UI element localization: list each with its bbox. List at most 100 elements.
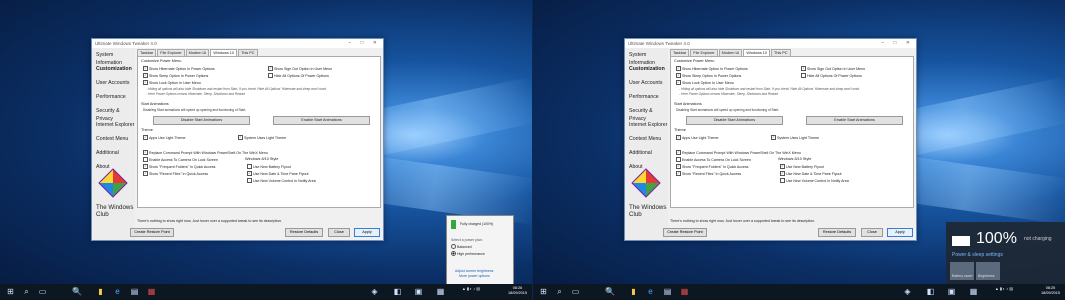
enable-animations-button[interactable]: Enable Start Animations [273, 116, 370, 125]
windows-start-icon[interactable]: ⊞ [539, 287, 548, 296]
lock-checkbox[interactable]: Show Lock Option In User Menu [676, 80, 734, 85]
search-icon[interactable]: 🔍 [605, 287, 615, 296]
sidebar-item-customization[interactable]: Customization [92, 62, 135, 76]
search-icon[interactable]: ⌕ [22, 287, 31, 296]
battery-flyout-checkbox[interactable]: Use New Battery Flyout [247, 164, 291, 169]
create-restore-point-button[interactable]: Create Restore Point [130, 228, 174, 237]
camera-lock-checkbox[interactable]: Enable Access To Camera On Lock Screen [676, 157, 751, 162]
checkbox-box[interactable] [780, 171, 785, 176]
disable-animations-button[interactable]: Disable Start Animations [153, 116, 250, 125]
battery-flyout-checkbox[interactable]: Use New Battery Flyout [780, 164, 824, 169]
sign-out-checkbox[interactable]: Show Sign Out Option In User Menu [801, 66, 865, 71]
powershell-checkbox[interactable]: Replace Command Prompt With Windows Powe… [143, 150, 268, 155]
brightness-tile[interactable]: Brightness [976, 262, 1000, 280]
radio-icon[interactable] [451, 251, 456, 256]
more-power-options-link[interactable]: More power options [459, 274, 490, 278]
hibernate-checkbox[interactable]: Show Hibernate Option In Power Options [676, 66, 748, 71]
checkbox-box[interactable] [780, 164, 785, 169]
sidebar-item-internet-explorer[interactable]: Internet Explorer [625, 118, 668, 132]
checkbox-box[interactable] [143, 66, 148, 71]
store-icon[interactable]: ▤ [663, 287, 672, 296]
apps-light-theme-checkbox[interactable]: Apps Use Light Theme [676, 135, 719, 140]
sidebar-item-user-accounts[interactable]: User Accounts [92, 76, 135, 90]
recent-files-checkbox[interactable]: Show "Recent Files" In Quick Access [143, 171, 208, 176]
search-icon[interactable]: ⌕ [555, 287, 564, 296]
app-icon[interactable]: ▦ [436, 287, 445, 296]
sidebar-item-performance[interactable]: Performance [92, 90, 135, 104]
task-view-icon[interactable]: ▭ [571, 287, 580, 296]
radio-icon[interactable] [451, 244, 456, 249]
checkbox-box[interactable] [676, 135, 681, 140]
battery-saver-tile[interactable]: Battery saver [950, 262, 974, 280]
checkbox-box[interactable] [143, 135, 148, 140]
file-explorer-icon[interactable]: ▮ [96, 287, 105, 296]
checkbox-box[interactable] [143, 171, 148, 176]
edge-icon[interactable]: e [113, 287, 122, 296]
sleep-checkbox[interactable]: Show Sleep Option In Power Options [676, 73, 741, 78]
lock-checkbox[interactable]: Show Lock Option In User Menu [143, 80, 201, 85]
system-light-theme-checkbox[interactable]: System Uses Light Theme [771, 135, 819, 140]
volume-control-checkbox[interactable]: Use New Volume Control In Notify Area [780, 178, 849, 183]
power-sleep-settings-link[interactable]: Power & sleep settings [952, 252, 1003, 258]
sidebar-item-system-information[interactable]: System Information [92, 48, 135, 66]
sidebar-item-performance[interactable]: Performance [625, 90, 668, 104]
sidebar-item-additional[interactable]: Additional [92, 146, 135, 160]
restore-defaults-button[interactable]: Restore Defaults [818, 228, 856, 237]
checkbox-box[interactable] [247, 171, 252, 176]
frequent-folders-checkbox[interactable]: Show "Frequent Folders" In Quick Access [143, 164, 215, 169]
app-icon[interactable]: ◈ [903, 287, 912, 296]
create-restore-point-button[interactable]: Create Restore Point [663, 228, 707, 237]
datetime-flyout-checkbox[interactable]: Use New Date & Time Pane Flyout [780, 171, 842, 176]
camera-lock-checkbox[interactable]: Enable Access To Camera On Lock Screen [143, 157, 218, 162]
apply-button[interactable]: Apply [354, 228, 380, 237]
checkbox-box[interactable] [143, 164, 148, 169]
checkbox-box[interactable] [143, 157, 148, 162]
checkbox-box[interactable] [268, 66, 273, 71]
file-explorer-icon[interactable]: ▮ [629, 287, 638, 296]
windows-start-icon[interactable]: ⊞ [6, 287, 15, 296]
checkbox-box[interactable] [771, 135, 776, 140]
sleep-checkbox[interactable]: Show Sleep Option In Power Options [143, 73, 208, 78]
checkbox-box[interactable] [143, 73, 148, 78]
window-controls[interactable]: – □ ✕ [881, 39, 914, 48]
taskbar-clock[interactable]: 08:25 18/09/2015 [1041, 286, 1060, 296]
checkbox-box[interactable] [676, 73, 681, 78]
checkbox-box[interactable] [801, 66, 806, 71]
checkbox-box[interactable] [780, 178, 785, 183]
checkbox-box[interactable] [143, 80, 148, 85]
store-icon[interactable]: ▤ [130, 287, 139, 296]
system-tray-icons[interactable]: ▲ ▮ ◐ ♪ ▤ [462, 286, 480, 291]
close-button[interactable]: Close [328, 228, 350, 237]
checkbox-box[interactable] [676, 164, 681, 169]
sidebar-item-system-information[interactable]: System Information [625, 48, 668, 66]
plan-high-performance[interactable]: High performance [451, 251, 485, 256]
sidebar-item-context-menu[interactable]: Context Menu [92, 132, 135, 146]
app-icon[interactable]: ▣ [414, 287, 423, 296]
sidebar-item-security-privacy[interactable]: Security & Privacy [92, 104, 135, 122]
frequent-folders-checkbox[interactable]: Show "Frequent Folders" In Quick Access [676, 164, 748, 169]
app-icon[interactable]: ▦ [680, 287, 689, 296]
enable-animations-button[interactable]: Enable Start Animations [806, 116, 903, 125]
restore-defaults-button[interactable]: Restore Defaults [285, 228, 323, 237]
app-icon[interactable]: ◧ [393, 287, 402, 296]
checkbox-box[interactable] [676, 150, 681, 155]
app-icon[interactable]: ▣ [947, 287, 956, 296]
datetime-flyout-checkbox[interactable]: Use New Date & Time Pane Flyout [247, 171, 309, 176]
checkbox-box[interactable] [143, 150, 148, 155]
app-icon[interactable]: ▦ [969, 287, 978, 296]
checkbox-box[interactable] [268, 73, 273, 78]
window-controls[interactable]: – □ ✕ [348, 39, 381, 48]
app-icon[interactable]: ▦ [147, 287, 156, 296]
checkbox-box[interactable] [238, 135, 243, 140]
checkbox-box[interactable] [247, 178, 252, 183]
sidebar-item-context-menu[interactable]: Context Menu [625, 132, 668, 146]
sidebar-item-customization[interactable]: Customization [625, 62, 668, 76]
checkbox-box[interactable] [247, 164, 252, 169]
edge-icon[interactable]: e [646, 287, 655, 296]
volume-control-checkbox[interactable]: Use New Volume Control In Notify Area [247, 178, 316, 183]
system-light-theme-checkbox[interactable]: System Uses Light Theme [238, 135, 286, 140]
app-icon[interactable]: ◧ [926, 287, 935, 296]
search-icon[interactable]: 🔍 [72, 287, 82, 296]
taskbar-clock[interactable]: 08:26 18/09/2015 [508, 286, 527, 296]
adjust-brightness-link[interactable]: Adjust screen brightness [455, 269, 493, 273]
